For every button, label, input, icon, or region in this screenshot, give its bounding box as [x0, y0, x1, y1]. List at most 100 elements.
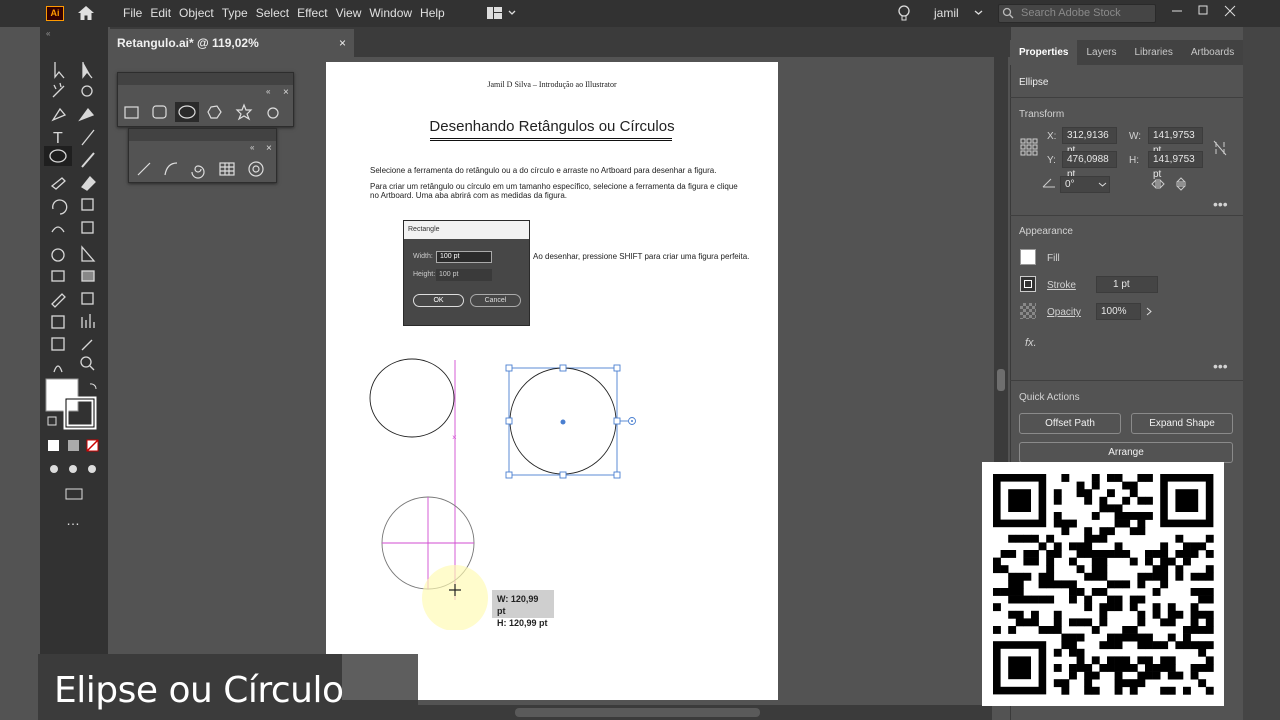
tab-libraries[interactable]: Libraries: [1125, 40, 1181, 65]
dialog-ok: OK: [413, 294, 464, 307]
scroll-thumb[interactable]: [997, 369, 1005, 391]
menu-file[interactable]: File: [123, 0, 150, 27]
panel-tabs: Properties Layers Libraries Artboards: [1010, 40, 1243, 65]
menu-object[interactable]: Object: [179, 0, 222, 27]
h-field[interactable]: 141,9753 pt: [1148, 151, 1203, 180]
stroke-weight-field[interactable]: 1 pt: [1096, 276, 1158, 293]
search-input[interactable]: Search Adobe Stock: [998, 4, 1156, 23]
rotate-tool-icon: [52, 199, 68, 215]
minimize-icon[interactable]: [1169, 3, 1185, 19]
menu-help[interactable]: Help: [420, 0, 453, 27]
user-name[interactable]: jamil: [934, 0, 959, 27]
rectangle-dialog-image: Rectangle Width: 100 pt Height: 100 pt O…: [403, 220, 530, 326]
zoom-tool-icon: [80, 356, 92, 368]
lightbulb-icon[interactable]: [897, 5, 911, 22]
rotate-angle-icon: [1042, 178, 1055, 188]
dialog-width-value: 100 pt: [436, 251, 492, 263]
polar-grid-icon[interactable]: [248, 161, 264, 177]
document-tab[interactable]: Retangulo.ai* @ 119,02% (CMYK/Preview) ×: [110, 29, 354, 78]
more-options-icon[interactable]: •••: [1213, 358, 1228, 374]
object-type: Ellipse: [1019, 77, 1049, 88]
restore-icon[interactable]: [1195, 3, 1211, 19]
tooltip-height: H: 120,99 pt: [497, 618, 548, 628]
arrange-button[interactable]: Arrange: [1019, 442, 1233, 463]
close-icon[interactable]: [1222, 3, 1238, 19]
expand-shape-button[interactable]: Expand Shape: [1131, 413, 1233, 434]
flare-tool-icon[interactable]: [267, 107, 279, 119]
menu-window[interactable]: Window: [369, 0, 420, 27]
workspace-icon[interactable]: [487, 7, 517, 19]
chevron-down-icon[interactable]: [1098, 180, 1107, 189]
opacity-field[interactable]: 100%: [1096, 303, 1141, 320]
hand-tool-icon: [53, 365, 63, 373]
svg-text:×: ×: [283, 87, 289, 98]
tab-artboards[interactable]: Artboards: [1182, 40, 1243, 65]
dialog-cancel: Cancel: [470, 294, 521, 307]
constrain-proportions-icon[interactable]: [1213, 140, 1227, 156]
reference-point-icon[interactable]: [1020, 138, 1038, 156]
home-icon[interactable]: [77, 5, 95, 21]
dialog-height-label: Height:: [413, 271, 436, 278]
menu-select[interactable]: Select: [256, 0, 297, 27]
quick-actions-title: Quick Actions: [1019, 392, 1080, 403]
fill-label: Fill: [1047, 253, 1060, 264]
width-tool-icon: [51, 226, 65, 233]
fx-icon[interactable]: fx.: [1025, 337, 1037, 349]
line-segment-tool-icon[interactable]: [137, 162, 151, 176]
tab-properties[interactable]: Properties: [1010, 40, 1078, 65]
eraser-icon: [81, 176, 96, 191]
magic-wand-icon: [52, 82, 65, 98]
more-options-icon[interactable]: •••: [1213, 196, 1228, 212]
shaper-tool-icon: [50, 177, 66, 190]
dialog-title: Rectangle: [404, 221, 529, 239]
polygon-tool-icon[interactable]: [207, 105, 222, 119]
svg-text:×: ×: [266, 143, 272, 154]
svg-text:«: «: [266, 87, 271, 96]
caption-text: Elipse ou Círculo: [54, 670, 344, 711]
tab-close-icon[interactable]: ×: [339, 29, 346, 57]
flip-vertical-icon[interactable]: [1175, 177, 1187, 191]
pen-tool-icon: [51, 107, 67, 122]
chevron-right-icon[interactable]: [1145, 307, 1153, 316]
paragraph-2: Para criar um retângulo ou círculo em um…: [370, 182, 738, 200]
w-field[interactable]: 141,9753 pt: [1148, 127, 1203, 156]
stroke-label[interactable]: Stroke: [1047, 280, 1076, 291]
opacity-label[interactable]: Opacity: [1047, 307, 1081, 318]
spiral-tool-icon[interactable]: [191, 165, 205, 179]
fill-color-swatch[interactable]: [1020, 249, 1036, 265]
scroll-thumb-h[interactable]: [515, 708, 760, 717]
rectangular-grid-icon[interactable]: [219, 162, 235, 176]
tab-layers[interactable]: Layers: [1077, 40, 1125, 65]
shift-note: Ao desenhar, pressione SHIFT para criar …: [533, 252, 750, 261]
flip-horizontal-icon[interactable]: [1151, 178, 1165, 190]
stroke-color-swatch[interactable]: [1020, 276, 1036, 292]
y-field[interactable]: 476,0988 pt: [1062, 151, 1117, 180]
menu-type[interactable]: Type: [222, 0, 256, 27]
tools-panel: « T …: [40, 27, 108, 720]
w-label: W:: [1129, 131, 1142, 142]
star-tool-icon[interactable]: [235, 103, 253, 121]
draw-normal-icon: [50, 465, 58, 473]
x-field[interactable]: 312,9136 pt: [1062, 127, 1117, 156]
scale-tool-icon: [81, 198, 94, 211]
rectangle-tool-icon[interactable]: [124, 106, 139, 119]
slice-tool-icon: [81, 339, 93, 351]
chevron-down-icon[interactable]: [974, 8, 983, 17]
offset-path-button[interactable]: Offset Path: [1019, 413, 1121, 434]
arc-tool-icon[interactable]: [164, 162, 178, 176]
gradient-mode-icon: [68, 440, 79, 451]
appearance-title: Appearance: [1019, 226, 1073, 237]
menu-view[interactable]: View: [336, 0, 370, 27]
rounded-rectangle-tool-icon[interactable]: [152, 105, 167, 119]
drawn-ellipse[interactable]: [369, 358, 455, 438]
lasso-icon: [81, 85, 93, 97]
svg-text:«: «: [250, 143, 255, 152]
menu-effect[interactable]: Effect: [297, 0, 335, 27]
menu-bar: Ai File Edit Object Type Select Effect V…: [0, 0, 1280, 27]
h-label: H:: [1129, 155, 1139, 166]
menu-edit[interactable]: Edit: [150, 0, 179, 27]
opacity-icon: [1020, 303, 1036, 319]
dialog-width-label: Width:: [413, 253, 433, 260]
free-transform-icon: [81, 221, 94, 234]
blend-tool-icon: [81, 292, 94, 305]
